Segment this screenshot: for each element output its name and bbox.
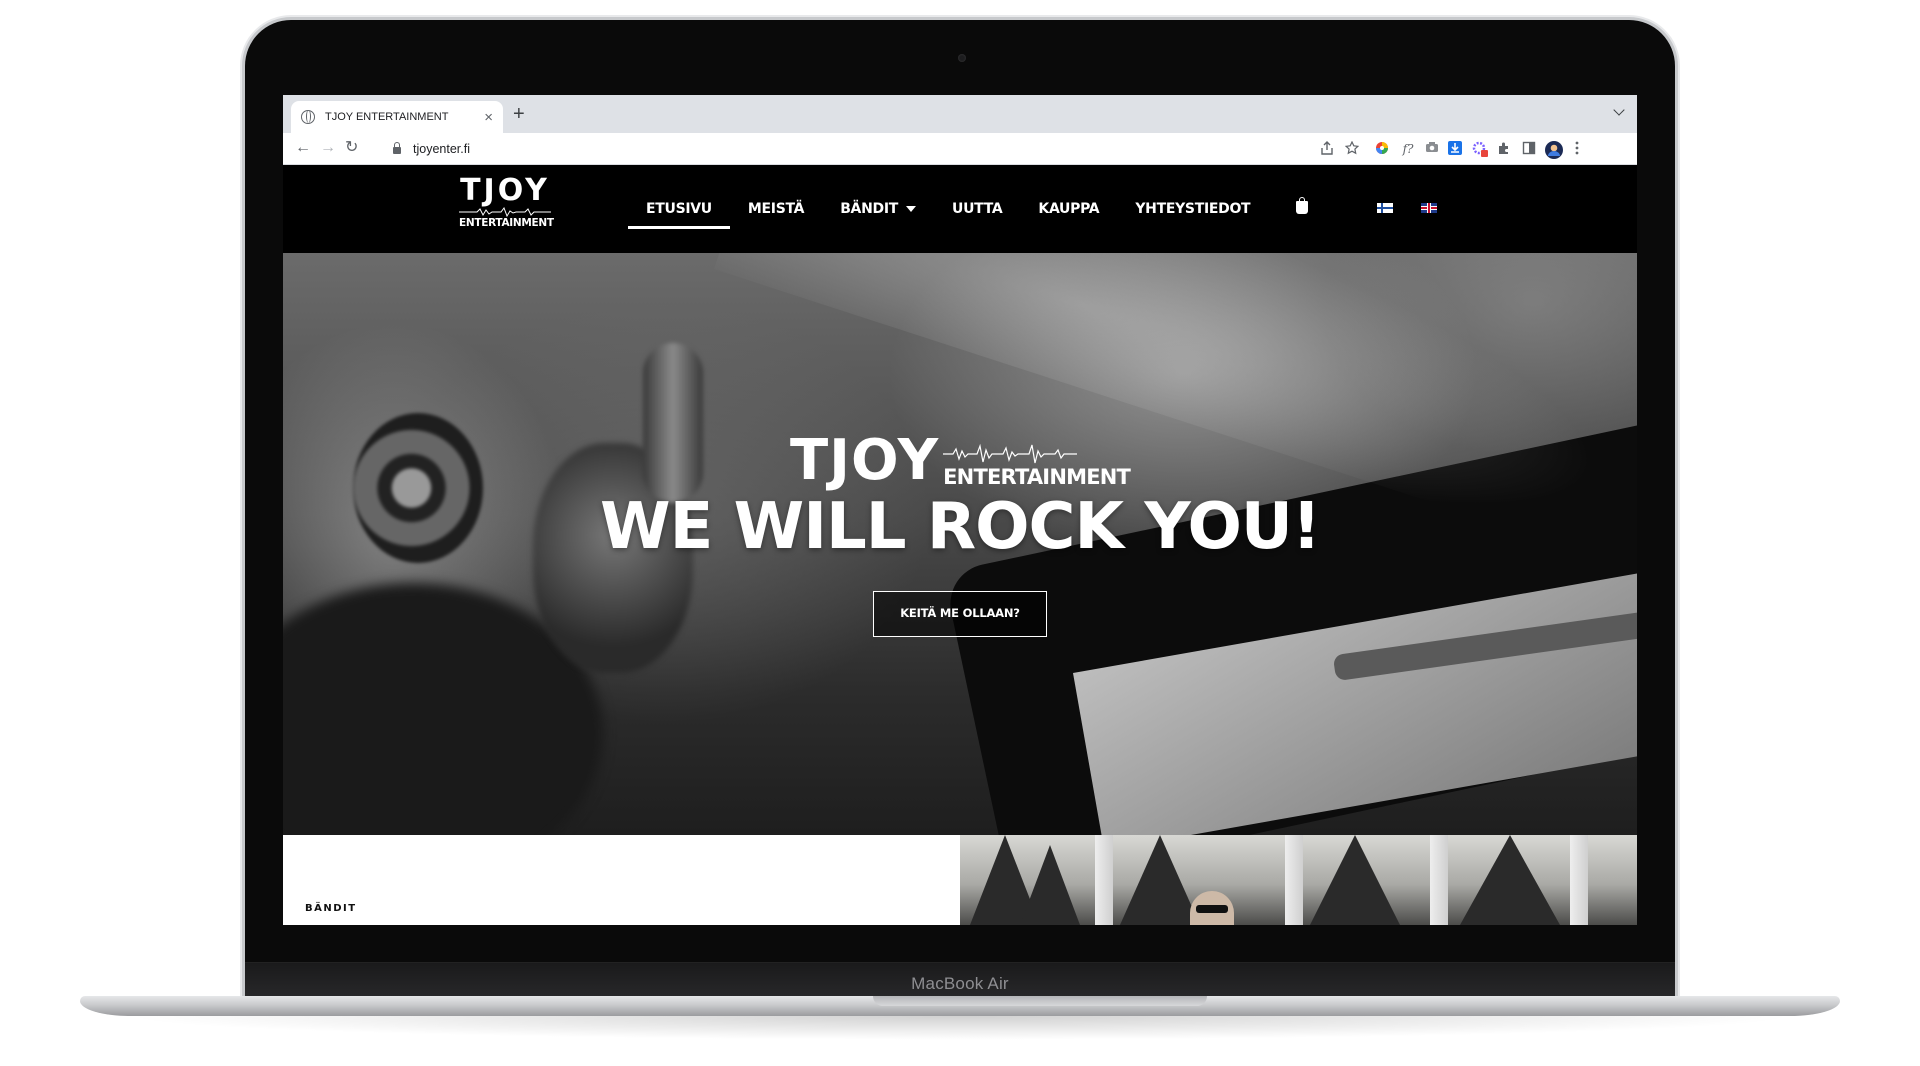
menu-dots-icon[interactable]	[1569, 141, 1585, 157]
photo-tree	[1310, 835, 1400, 925]
photo-sunglasses	[1196, 905, 1228, 913]
download-extension-icon[interactable]	[1447, 141, 1463, 157]
globe-icon	[301, 110, 315, 124]
nav-item-uutta[interactable]: UUTTA	[934, 189, 1020, 229]
laptop-base	[80, 996, 1840, 1016]
tab-title: TJOY ENTERTAINMENT	[325, 111, 449, 123]
camera-extension-icon[interactable]	[1424, 141, 1440, 157]
photo-birch	[1095, 835, 1113, 925]
finnish-flag-icon[interactable]	[1377, 203, 1393, 213]
photo-birch	[1570, 835, 1588, 925]
forward-button[interactable]: →	[320, 137, 336, 159]
who-are-we-button[interactable]: KEITÄ ME OLLAAN?	[873, 591, 1047, 637]
logo-waveform-icon	[459, 207, 551, 217]
bands-section: BÄNDIT	[283, 835, 960, 925]
nav-item-etusivu[interactable]: ETUSIVU	[628, 189, 730, 229]
browser-tabbar: TJOY ENTERTAINMENT × +	[283, 95, 1637, 133]
chevron-down-icon	[906, 206, 916, 212]
address-bar[interactable]: tjoyenter.fi	[383, 136, 1263, 162]
profile-avatar[interactable]	[1545, 141, 1563, 159]
hero-title: WE WILL ROCK YOU!	[600, 490, 1321, 564]
camera-icon	[958, 54, 966, 62]
font-inspector-extension-icon[interactable]: f?	[1398, 141, 1418, 157]
band-photo[interactable]	[960, 835, 1637, 925]
photo-birch	[1285, 835, 1303, 925]
new-tab-button[interactable]: +	[513, 102, 525, 126]
nav-item-bandit-label: BÄNDIT	[840, 201, 898, 217]
main-navigation: ETUSIVU MEISTÄ BÄNDIT UUTTA KAUPPA YHTEY…	[628, 165, 1268, 253]
hero-logo-main: TJOY	[789, 428, 940, 493]
laptop-shadow	[120, 1016, 1800, 1040]
nav-item-bandit[interactable]: BÄNDIT	[822, 189, 934, 229]
extensions-puzzle-icon[interactable]	[1496, 141, 1512, 157]
photo-tree	[1120, 835, 1200, 925]
site-header: TJOY ENTERTAINMENT ETUSIVU MEISTÄ BÄNDIT…	[283, 165, 1637, 253]
device-label: MacBook Air	[911, 974, 1009, 993]
hero-section: TJOY ENTERTAINMENT WE WILL ROCK YOU! KEI…	[283, 253, 1637, 835]
hero-logo: TJOY ENTERTAINMENT	[789, 428, 1131, 493]
nav-item-yhteystiedot[interactable]: YHTEYSTIEDOT	[1117, 189, 1268, 229]
reload-button[interactable]: ↻	[345, 137, 358, 159]
browser-tab[interactable]: TJOY ENTERTAINMENT ×	[291, 101, 503, 133]
logo-main-text: TJOY	[460, 173, 550, 208]
share-icon[interactable]	[1319, 141, 1335, 157]
photo-tree	[1020, 845, 1080, 925]
back-button[interactable]: ←	[295, 137, 311, 159]
shopping-bag-icon[interactable]	[1296, 197, 1308, 214]
hero-content: TJOY ENTERTAINMENT WE WILL ROCK YOU! KEI…	[283, 433, 1637, 637]
close-tab-icon[interactable]: ×	[484, 110, 493, 125]
settings-extension-icon[interactable]	[1472, 141, 1488, 157]
uk-flag-icon[interactable]	[1421, 203, 1437, 213]
laptop-notch	[873, 996, 1207, 1006]
nav-item-kauppa[interactable]: KAUPPA	[1020, 189, 1117, 229]
lock-icon[interactable]	[393, 142, 401, 154]
hero-logo-right: ENTERTAINMENT	[943, 443, 1131, 489]
url-text[interactable]: tjoyenter.fi	[413, 142, 470, 156]
nav-item-meista[interactable]: MEISTÄ	[730, 189, 822, 229]
photo-birch	[1430, 835, 1448, 925]
hero-waveform-icon	[943, 443, 1078, 464]
site-logo[interactable]: TJOY ENTERTAINMENT	[459, 173, 554, 229]
browser-toolbar: ← → ↻ tjoyenter.fi f?	[283, 133, 1637, 165]
logo-sub-text: ENTERTAINMENT	[459, 217, 554, 229]
hero-logo-sub: ENTERTAINMENT	[943, 465, 1131, 489]
screen: TJOY ENTERTAINMENT × + ← → ↻ tjoyenter.f…	[283, 95, 1637, 925]
photo-tree	[1460, 835, 1560, 925]
bookmark-star-icon[interactable]	[1344, 140, 1360, 157]
color-picker-extension-icon[interactable]	[1374, 141, 1390, 157]
bands-section-label: BÄNDIT	[305, 903, 357, 914]
tab-search-chevron-icon[interactable]	[1613, 104, 1625, 116]
side-panel-icon[interactable]	[1521, 141, 1537, 157]
